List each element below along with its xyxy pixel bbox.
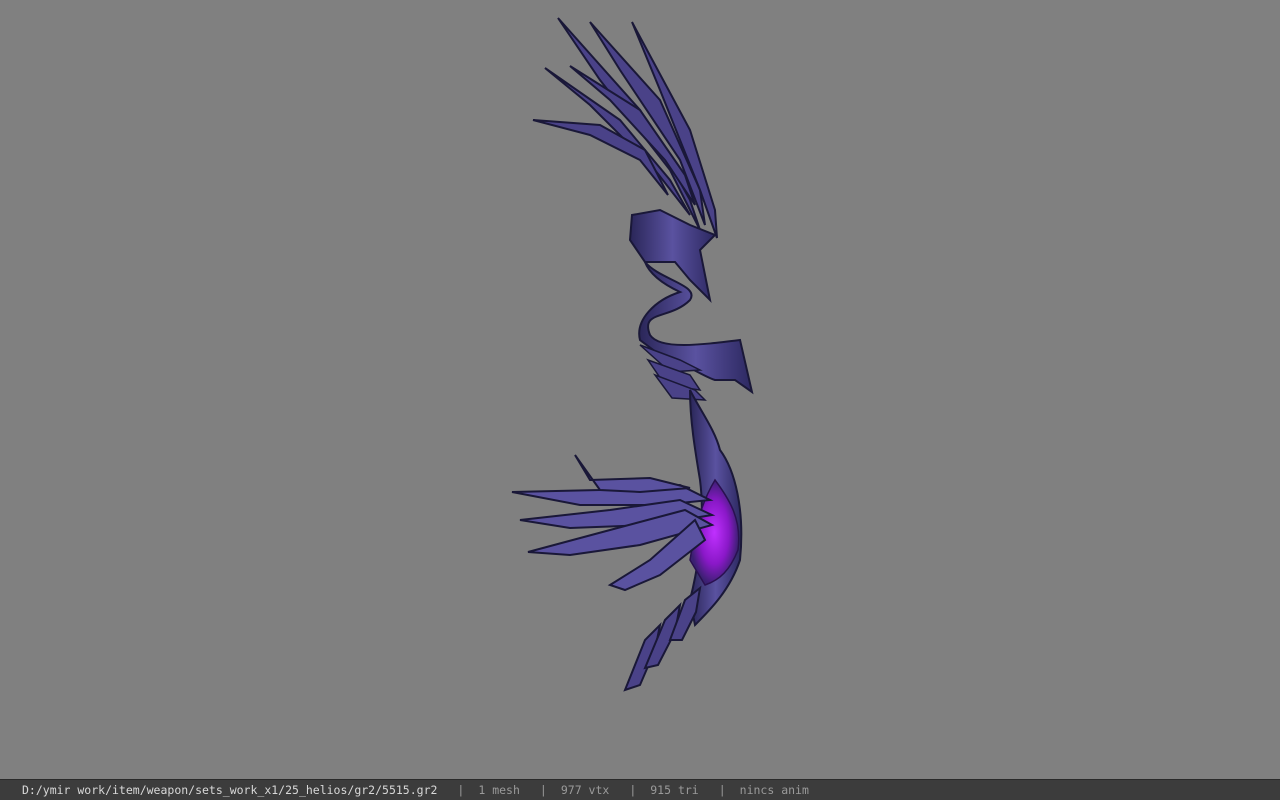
vertex-count: 977 vtx [560, 783, 610, 797]
separator: | [629, 783, 637, 797]
status-bar: D:/ymir work/item/weapon/sets_work_x1/25… [0, 779, 1280, 800]
lower-feathers [511, 454, 716, 592]
separator: | [718, 783, 726, 797]
weapon-model-render [511, 17, 754, 692]
tail-feathers [623, 585, 702, 692]
separator: | [539, 783, 547, 797]
triangle-count: 915 tri [650, 783, 699, 797]
animation-status: nincs anim [739, 783, 809, 797]
separator: | [457, 783, 465, 797]
file-path: D:/ymir work/item/weapon/sets_work_x1/25… [22, 783, 438, 797]
mesh-count: 1 mesh [478, 783, 520, 797]
upper-feathers [532, 17, 718, 239]
3d-viewport[interactable] [0, 0, 1280, 779]
